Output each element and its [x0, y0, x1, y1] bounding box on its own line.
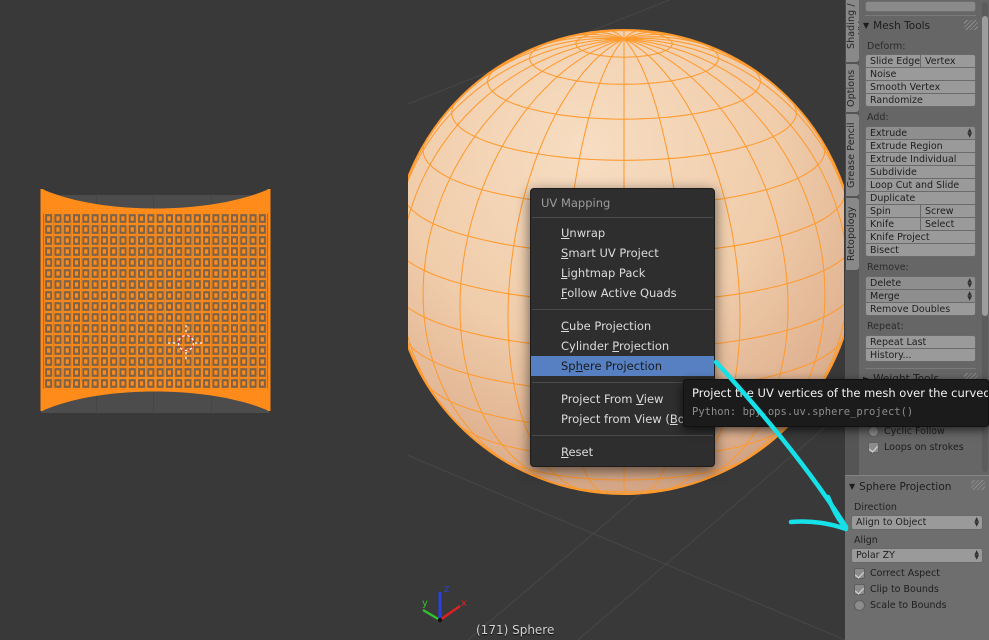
menu-item-cylinder-projection[interactable]: Cylinder Projection [531, 336, 714, 356]
checkbox-checked-icon [854, 584, 865, 595]
button-randomize[interactable]: Randomize [865, 93, 976, 107]
spinner-arrows-icon: ▲▼ [967, 278, 972, 288]
tooltip: Project the UV vertices of the mesh over… [683, 379, 989, 427]
section-label-repeat: Repeat: [865, 316, 976, 335]
axis-gizmo-icon: z x y [420, 580, 472, 632]
button-smooth-vertex[interactable]: Smooth Vertex [865, 80, 976, 94]
align-label: Align [851, 535, 983, 546]
checkbox-icon [854, 600, 865, 611]
svg-text:x: x [461, 598, 467, 609]
button-repeat-last[interactable]: Repeat Last [865, 335, 976, 349]
uv-image-editor[interactable] [0, 0, 408, 640]
button-history[interactable]: History... [865, 348, 976, 362]
button-vertex[interactable]: Vertex [920, 54, 976, 68]
button-row: SpinScrew [865, 204, 976, 218]
mesh-tools-title: Mesh Tools [873, 20, 930, 32]
uv-mapping-menu-title: UV Mapping [531, 189, 714, 216]
active-object-label: (171) Sphere [476, 623, 554, 637]
tooltip-description: Project the UV vertices of the mesh over… [692, 386, 980, 401]
checkbox-icon [868, 426, 879, 437]
menu-divider [532, 217, 713, 218]
menu-item-follow-active-quads[interactable]: Follow Active Quads [531, 283, 714, 303]
tab-options[interactable]: Options [845, 64, 859, 112]
spinner-arrows-icon: ▲▼ [967, 291, 972, 301]
uv-unwrapped-mesh [40, 183, 271, 417]
tooltip-python-path: Python: bpy.ops.uv.sphere_project() [692, 406, 980, 418]
button-duplicate[interactable]: Duplicate [865, 191, 976, 205]
checkbox-correct-aspect[interactable]: Correct Aspect [851, 568, 983, 579]
mesh-tools-panel-header[interactable]: ▼ Mesh Tools [859, 16, 982, 36]
menu-item-lightmap-pack[interactable]: Lightmap Pack [531, 263, 714, 283]
button-slide-edge[interactable]: Slide Edge [865, 54, 921, 68]
tab-shading-uvs[interactable]: Shading / UVs [845, 0, 859, 62]
button-remove-doubles[interactable]: Remove Doubles [865, 302, 976, 316]
mesh-tools-body: Deform:Slide EdgeVertexNoiseSmooth Verte… [859, 36, 982, 362]
section-label-remove: Remove: [865, 257, 976, 276]
menu-item-cube-projection[interactable]: Cube Projection [531, 316, 714, 336]
button-noise[interactable]: Noise [865, 67, 976, 81]
spinner-arrows-icon: ▲▼ [974, 550, 979, 560]
spinner-arrows-icon: ▲▼ [974, 517, 979, 527]
chevron-down-icon: ▼ [863, 22, 869, 30]
panel-grip-icon [971, 480, 985, 490]
button-knife-project[interactable]: Knife Project [865, 230, 976, 244]
checkbox-clip-to-bounds[interactable]: Clip to Bounds [851, 584, 983, 595]
panel-grip-icon [964, 20, 978, 30]
button-bisect[interactable]: Bisect [865, 243, 976, 257]
chevron-down-icon: ▼ [849, 483, 855, 491]
svg-text:z: z [444, 584, 449, 595]
button-extrude-region[interactable]: Extrude Region [865, 139, 976, 153]
button-row: Slide EdgeVertex [865, 54, 976, 68]
blender-window: z x y (171) Sphere Shading / UVs Options… [0, 0, 989, 640]
menu-divider [532, 435, 713, 436]
tab-retopology[interactable]: Retopology [845, 198, 859, 270]
button-select[interactable]: Select [920, 217, 976, 231]
button-loop-cut-and-slide[interactable]: Loop Cut and Slide [865, 178, 976, 192]
dropdown-delete[interactable]: Delete▲▼ [865, 276, 976, 290]
button-row: KnifeSelect [865, 217, 976, 231]
2d-cursor-icon [168, 325, 204, 361]
scrollbar-thumb[interactable] [982, 16, 988, 316]
button-knife[interactable]: Knife [865, 217, 921, 231]
sphere-projection-panel-header[interactable]: ▼ Sphere Projection [845, 476, 989, 497]
checkbox-loops-on-strokes[interactable]: Loops on strokes [865, 442, 976, 453]
section-label-add: Add: [865, 107, 976, 126]
partial-button-above[interactable] [865, 1, 976, 12]
operator-redo-panel[interactable]: ▼ Sphere Projection Direction Align to O… [845, 475, 989, 640]
menu-item-reset[interactable]: Reset [531, 442, 714, 462]
tab-grease-pencil[interactable]: Grease Pencil [845, 114, 859, 196]
menu-item-sphere-projection[interactable]: Sphere Projection [531, 356, 714, 376]
dropdown-merge[interactable]: Merge▲▼ [865, 289, 976, 303]
menu-item-smart-uv-project[interactable]: Smart UV Project [531, 243, 714, 263]
menu-divider [532, 309, 713, 310]
checkbox-scale-to-bounds[interactable]: Scale to Bounds [851, 600, 983, 611]
checkbox-cyclic-follow[interactable]: Cyclic Follow [865, 426, 976, 437]
dropdown-extrude[interactable]: Extrude▲▼ [865, 126, 976, 140]
menu-item-unwrap[interactable]: Unwrap [531, 223, 714, 243]
button-subdivide[interactable]: Subdivide [865, 165, 976, 179]
checkbox-checked-icon [868, 442, 879, 453]
button-screw[interactable]: Screw [920, 204, 976, 218]
svg-text:y: y [422, 598, 428, 609]
section-label-deform: Deform: [865, 36, 976, 55]
align-dropdown[interactable]: Polar ZY ▲▼ [851, 548, 983, 563]
checkbox-checked-icon [854, 568, 865, 579]
button-extrude-individual[interactable]: Extrude Individual [865, 152, 976, 166]
direction-dropdown[interactable]: Align to Object ▲▼ [851, 515, 983, 530]
spinner-arrows-icon: ▲▼ [967, 128, 972, 138]
button-spin[interactable]: Spin [865, 204, 921, 218]
sphere-projection-title: Sphere Projection [859, 481, 951, 493]
direction-label: Direction [851, 502, 983, 513]
